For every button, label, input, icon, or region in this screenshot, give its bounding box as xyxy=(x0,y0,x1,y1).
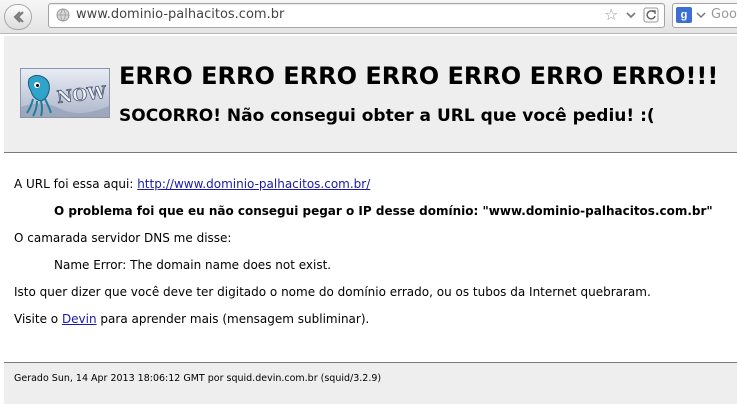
url-text[interactable]: www.dominio-palhacitos.com.br xyxy=(76,7,284,22)
footer-text: Gerado Sun, 14 Apr 2013 18:06:12 GMT por… xyxy=(14,373,382,384)
dns-intro-text: O camarada servidor DNS me disse: xyxy=(14,231,232,245)
error-subtitle: SOCORRO! Não consegui obter a URL que vo… xyxy=(119,106,655,126)
squid-logo-image: NOW xyxy=(21,69,109,117)
visit-suffix-text: para aprender mais (mensagem subliminar)… xyxy=(96,312,370,326)
chevron-down-icon[interactable] xyxy=(625,9,637,21)
problem-text: O problema foi que eu não consegui pegar… xyxy=(54,204,713,218)
reload-icon[interactable] xyxy=(643,7,659,23)
bookmark-star-icon[interactable]: ☆ xyxy=(604,6,618,24)
meaning-text: Isto quer dizer que você deve ter digita… xyxy=(14,285,651,299)
search-box[interactable]: g Goo xyxy=(672,3,737,28)
requested-url-link[interactable]: http://www.dominio-palhacitos.com.br/ xyxy=(137,177,370,191)
browser-toolbar: www.dominio-palhacitos.com.br ☆ g Goo xyxy=(0,0,737,34)
back-arrow-icon xyxy=(13,11,24,23)
chevron-down-icon[interactable] xyxy=(696,10,706,20)
devin-link[interactable]: Devin xyxy=(62,312,97,326)
dns-message-text: Name Error: The domain name does not exi… xyxy=(54,258,332,272)
squid-logo: NOW xyxy=(20,68,110,118)
globe-icon xyxy=(56,8,70,22)
error-title: ERRO ERRO ERRO ERRO ERRO ERRO ERRO!!! xyxy=(119,62,719,90)
google-icon[interactable]: g xyxy=(676,7,692,23)
header-divider xyxy=(4,152,737,153)
error-header: NOW ERRO ERRO ERRO ERRO ERRO ERRO ERRO!!… xyxy=(4,36,737,152)
search-input[interactable]: Goo xyxy=(711,7,737,22)
visit-prefix-text: Visite o xyxy=(14,312,62,326)
address-bar[interactable]: www.dominio-palhacitos.com.br ☆ xyxy=(48,3,665,28)
url-line: A URL foi essa aqui: http://www.dominio-… xyxy=(14,177,370,191)
visit-line: Visite o Devin para aprender mais (mensa… xyxy=(14,312,369,326)
back-button[interactable] xyxy=(4,4,32,30)
url-intro-text: A URL foi essa aqui: xyxy=(14,177,138,191)
